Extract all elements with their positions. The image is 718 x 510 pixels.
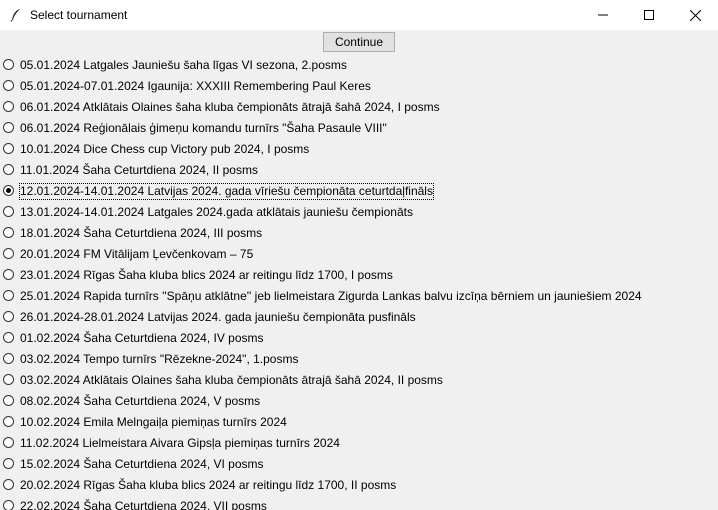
tournament-option[interactable]: 20.01.2024 FM Vitālijam Ļevčenkovam – 75 [0, 244, 718, 265]
tournament-label[interactable]: 10.01.2024 Dice Chess cup Victory pub 20… [20, 142, 309, 157]
tournament-label[interactable]: 22.02.2024 Šaha Ceturtdiena 2024, VII po… [20, 499, 267, 510]
radio-button[interactable] [3, 353, 14, 364]
tournament-label[interactable]: 10.02.2024 Emila Melngaiļa piemiņas turn… [20, 415, 287, 430]
tournament-label[interactable]: 05.01.2024-07.01.2024 Igaunija: XXXIII R… [20, 79, 371, 94]
maximize-icon [644, 10, 654, 20]
tournament-label[interactable]: 25.01.2024 Rapida turnīrs ''Spāņu atklāt… [20, 289, 642, 304]
minimize-button[interactable] [580, 0, 626, 30]
radio-button-selected[interactable] [3, 185, 14, 196]
tournament-option[interactable]: 06.01.2024 Atklātais Olaines šaha kluba … [0, 97, 718, 118]
window-title: Select tournament [30, 8, 128, 22]
tournament-option[interactable]: 15.02.2024 Šaha Ceturtdiena 2024, VI pos… [0, 454, 718, 475]
radio-button[interactable] [3, 227, 14, 238]
radio-button[interactable] [3, 290, 14, 301]
radio-button[interactable] [3, 332, 14, 343]
tournament-option[interactable]: 01.02.2024 Šaha Ceturtdiena 2024, IV pos… [0, 328, 718, 349]
tournament-label[interactable]: 01.02.2024 Šaha Ceturtdiena 2024, IV pos… [20, 331, 264, 346]
tournament-option[interactable]: 25.01.2024 Rapida turnīrs ''Spāņu atklāt… [0, 286, 718, 307]
tournament-label[interactable]: 03.02.2024 Tempo turnīrs "Rēzekne-2024",… [20, 352, 298, 367]
tournament-option[interactable]: 05.01.2024 Latgales Jauniešu šaha līgas … [0, 55, 718, 76]
tournament-label[interactable]: 11.01.2024 Šaha Ceturtdiena 2024, II pos… [20, 163, 258, 178]
tournament-label[interactable]: 20.01.2024 FM Vitālijam Ļevčenkovam – 75 [20, 247, 253, 262]
radio-button[interactable] [3, 458, 14, 469]
tournament-label[interactable]: 15.02.2024 Šaha Ceturtdiena 2024, VI pos… [20, 457, 264, 472]
radio-button[interactable] [3, 269, 14, 280]
title-bar[interactable]: Select tournament [0, 0, 718, 30]
tournament-option[interactable]: 06.01.2024 Reģionālais ģimeņu komandu tu… [0, 118, 718, 139]
close-button[interactable] [672, 0, 718, 30]
window-controls [580, 0, 718, 30]
tournament-label[interactable]: 26.01.2024-28.01.2024 Latvijas 2024. gad… [20, 310, 416, 325]
tournament-option[interactable]: 18.01.2024 Šaha Ceturtdiena 2024, III po… [0, 223, 718, 244]
radio-button[interactable] [3, 164, 14, 175]
radio-button[interactable] [3, 311, 14, 322]
tournament-option[interactable]: 22.02.2024 Šaha Ceturtdiena 2024, VII po… [0, 496, 718, 510]
tournament-label[interactable]: 18.01.2024 Šaha Ceturtdiena 2024, III po… [20, 226, 262, 241]
tournament-label[interactable]: 03.02.2024 Atklātais Olaines šaha kluba … [20, 373, 443, 388]
tournament-option[interactable]: 12.01.2024-14.01.2024 Latvijas 2024. gad… [0, 181, 718, 202]
radio-button[interactable] [3, 437, 14, 448]
tournament-option[interactable]: 11.02.2024 Lielmeistara Aivara Gipsļa pi… [0, 433, 718, 454]
radio-button[interactable] [3, 248, 14, 259]
tournament-option[interactable]: 11.01.2024 Šaha Ceturtdiena 2024, II pos… [0, 160, 718, 181]
tournament-option[interactable]: 23.01.2024 Rīgas Šaha kluba blics 2024 a… [0, 265, 718, 286]
tournament-label[interactable]: 08.02.2024 Šaha Ceturtdiena 2024, V posm… [20, 394, 260, 409]
tournament-label[interactable]: 06.01.2024 Reģionālais ģimeņu komandu tu… [20, 121, 387, 136]
tournament-label[interactable]: 12.01.2024-14.01.2024 Latvijas 2024. gad… [19, 183, 434, 200]
radio-button[interactable] [3, 143, 14, 154]
radio-button[interactable] [3, 101, 14, 112]
tournament-list: 05.01.2024 Latgales Jauniešu šaha līgas … [0, 55, 718, 510]
tournament-option[interactable]: 03.02.2024 Atklātais Olaines šaha kluba … [0, 370, 718, 391]
radio-button[interactable] [3, 59, 14, 70]
dialog-content: Continue 05.01.2024 Latgales Jauniešu ša… [0, 30, 718, 510]
maximize-button[interactable] [626, 0, 672, 30]
close-icon [689, 9, 701, 21]
tournament-label[interactable]: 05.01.2024 Latgales Jauniešu šaha līgas … [20, 58, 347, 73]
tournament-option[interactable]: 05.01.2024-07.01.2024 Igaunija: XXXIII R… [0, 76, 718, 97]
continue-button[interactable]: Continue [323, 32, 395, 52]
minimize-icon [598, 14, 608, 16]
radio-button[interactable] [3, 206, 14, 217]
radio-button[interactable] [3, 500, 14, 510]
radio-button[interactable] [3, 416, 14, 427]
tournament-option[interactable]: 26.01.2024-28.01.2024 Latvijas 2024. gad… [0, 307, 718, 328]
tournament-label[interactable]: 06.01.2024 Atklātais Olaines šaha kluba … [20, 100, 440, 115]
radio-button[interactable] [3, 374, 14, 385]
tournament-label[interactable]: 20.02.2024 Rīgas Šaha kluba blics 2024 a… [20, 478, 396, 493]
tournament-label[interactable]: 23.01.2024 Rīgas Šaha kluba blics 2024 a… [20, 268, 393, 283]
tournament-label[interactable]: 13.01.2024-14.01.2024 Latgales 2024.gada… [20, 205, 413, 220]
tournament-option[interactable]: 08.02.2024 Šaha Ceturtdiena 2024, V posm… [0, 391, 718, 412]
radio-button[interactable] [3, 80, 14, 91]
tournament-option[interactable]: 03.02.2024 Tempo turnīrs "Rēzekne-2024",… [0, 349, 718, 370]
radio-button[interactable] [3, 479, 14, 490]
radio-button[interactable] [3, 122, 14, 133]
tournament-option[interactable]: 10.02.2024 Emila Melngaiļa piemiņas turn… [0, 412, 718, 433]
feather-icon [8, 7, 24, 23]
tournament-label[interactable]: 11.02.2024 Lielmeistara Aivara Gipsļa pi… [20, 436, 340, 451]
tournament-option[interactable]: 10.01.2024 Dice Chess cup Victory pub 20… [0, 139, 718, 160]
tournament-option[interactable]: 13.01.2024-14.01.2024 Latgales 2024.gada… [0, 202, 718, 223]
radio-button[interactable] [3, 395, 14, 406]
tournament-option[interactable]: 20.02.2024 Rīgas Šaha kluba blics 2024 a… [0, 475, 718, 496]
